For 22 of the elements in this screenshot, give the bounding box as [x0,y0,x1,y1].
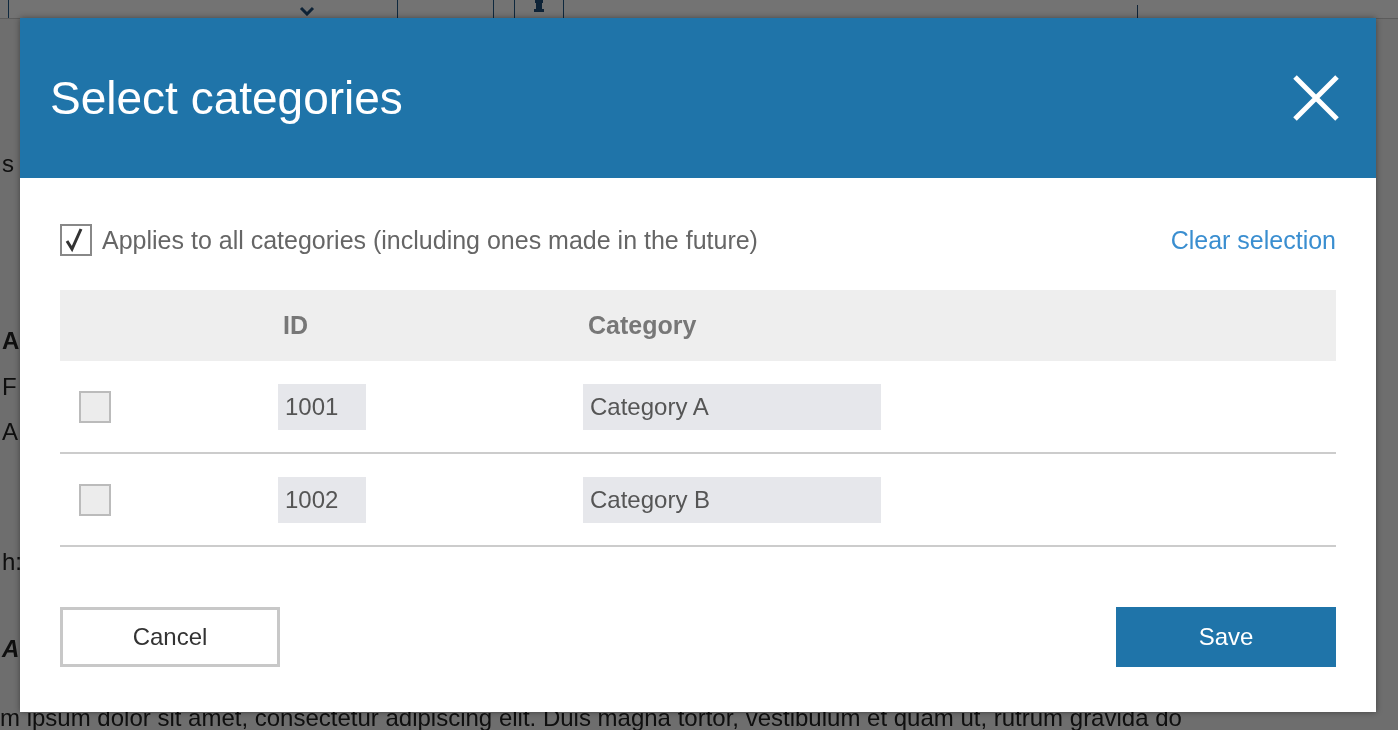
category-field: Category A [583,383,881,430]
checkbox-label: Applies to all categories (including ones made in the future) [102,225,758,255]
chevron-down-icon[interactable] [299,6,315,16]
cancel-button[interactable]: Cancel [60,607,280,667]
id-field: 1002 [278,476,366,523]
checkbox[interactable] [79,390,111,423]
page-text: h: [1,548,22,576]
column-header: Category [587,311,698,340]
id-field: 1001 [278,383,366,430]
save-button[interactable]: Save [1116,607,1336,667]
close-icon[interactable] [1292,74,1340,122]
page-text: s [1,150,14,178]
page-text: A [0,635,20,663]
page-text: F [1,373,17,401]
page-text: A [1,327,20,355]
checkbox[interactable] [79,483,111,516]
dialog-title: Select categories [50,71,403,125]
checkbox[interactable] [60,224,92,256]
category-field: Category B [583,476,881,523]
clear-selection-link[interactable]: Clear selection [1170,225,1336,255]
page-text: A [1,418,18,446]
column-header: ID [282,311,309,340]
